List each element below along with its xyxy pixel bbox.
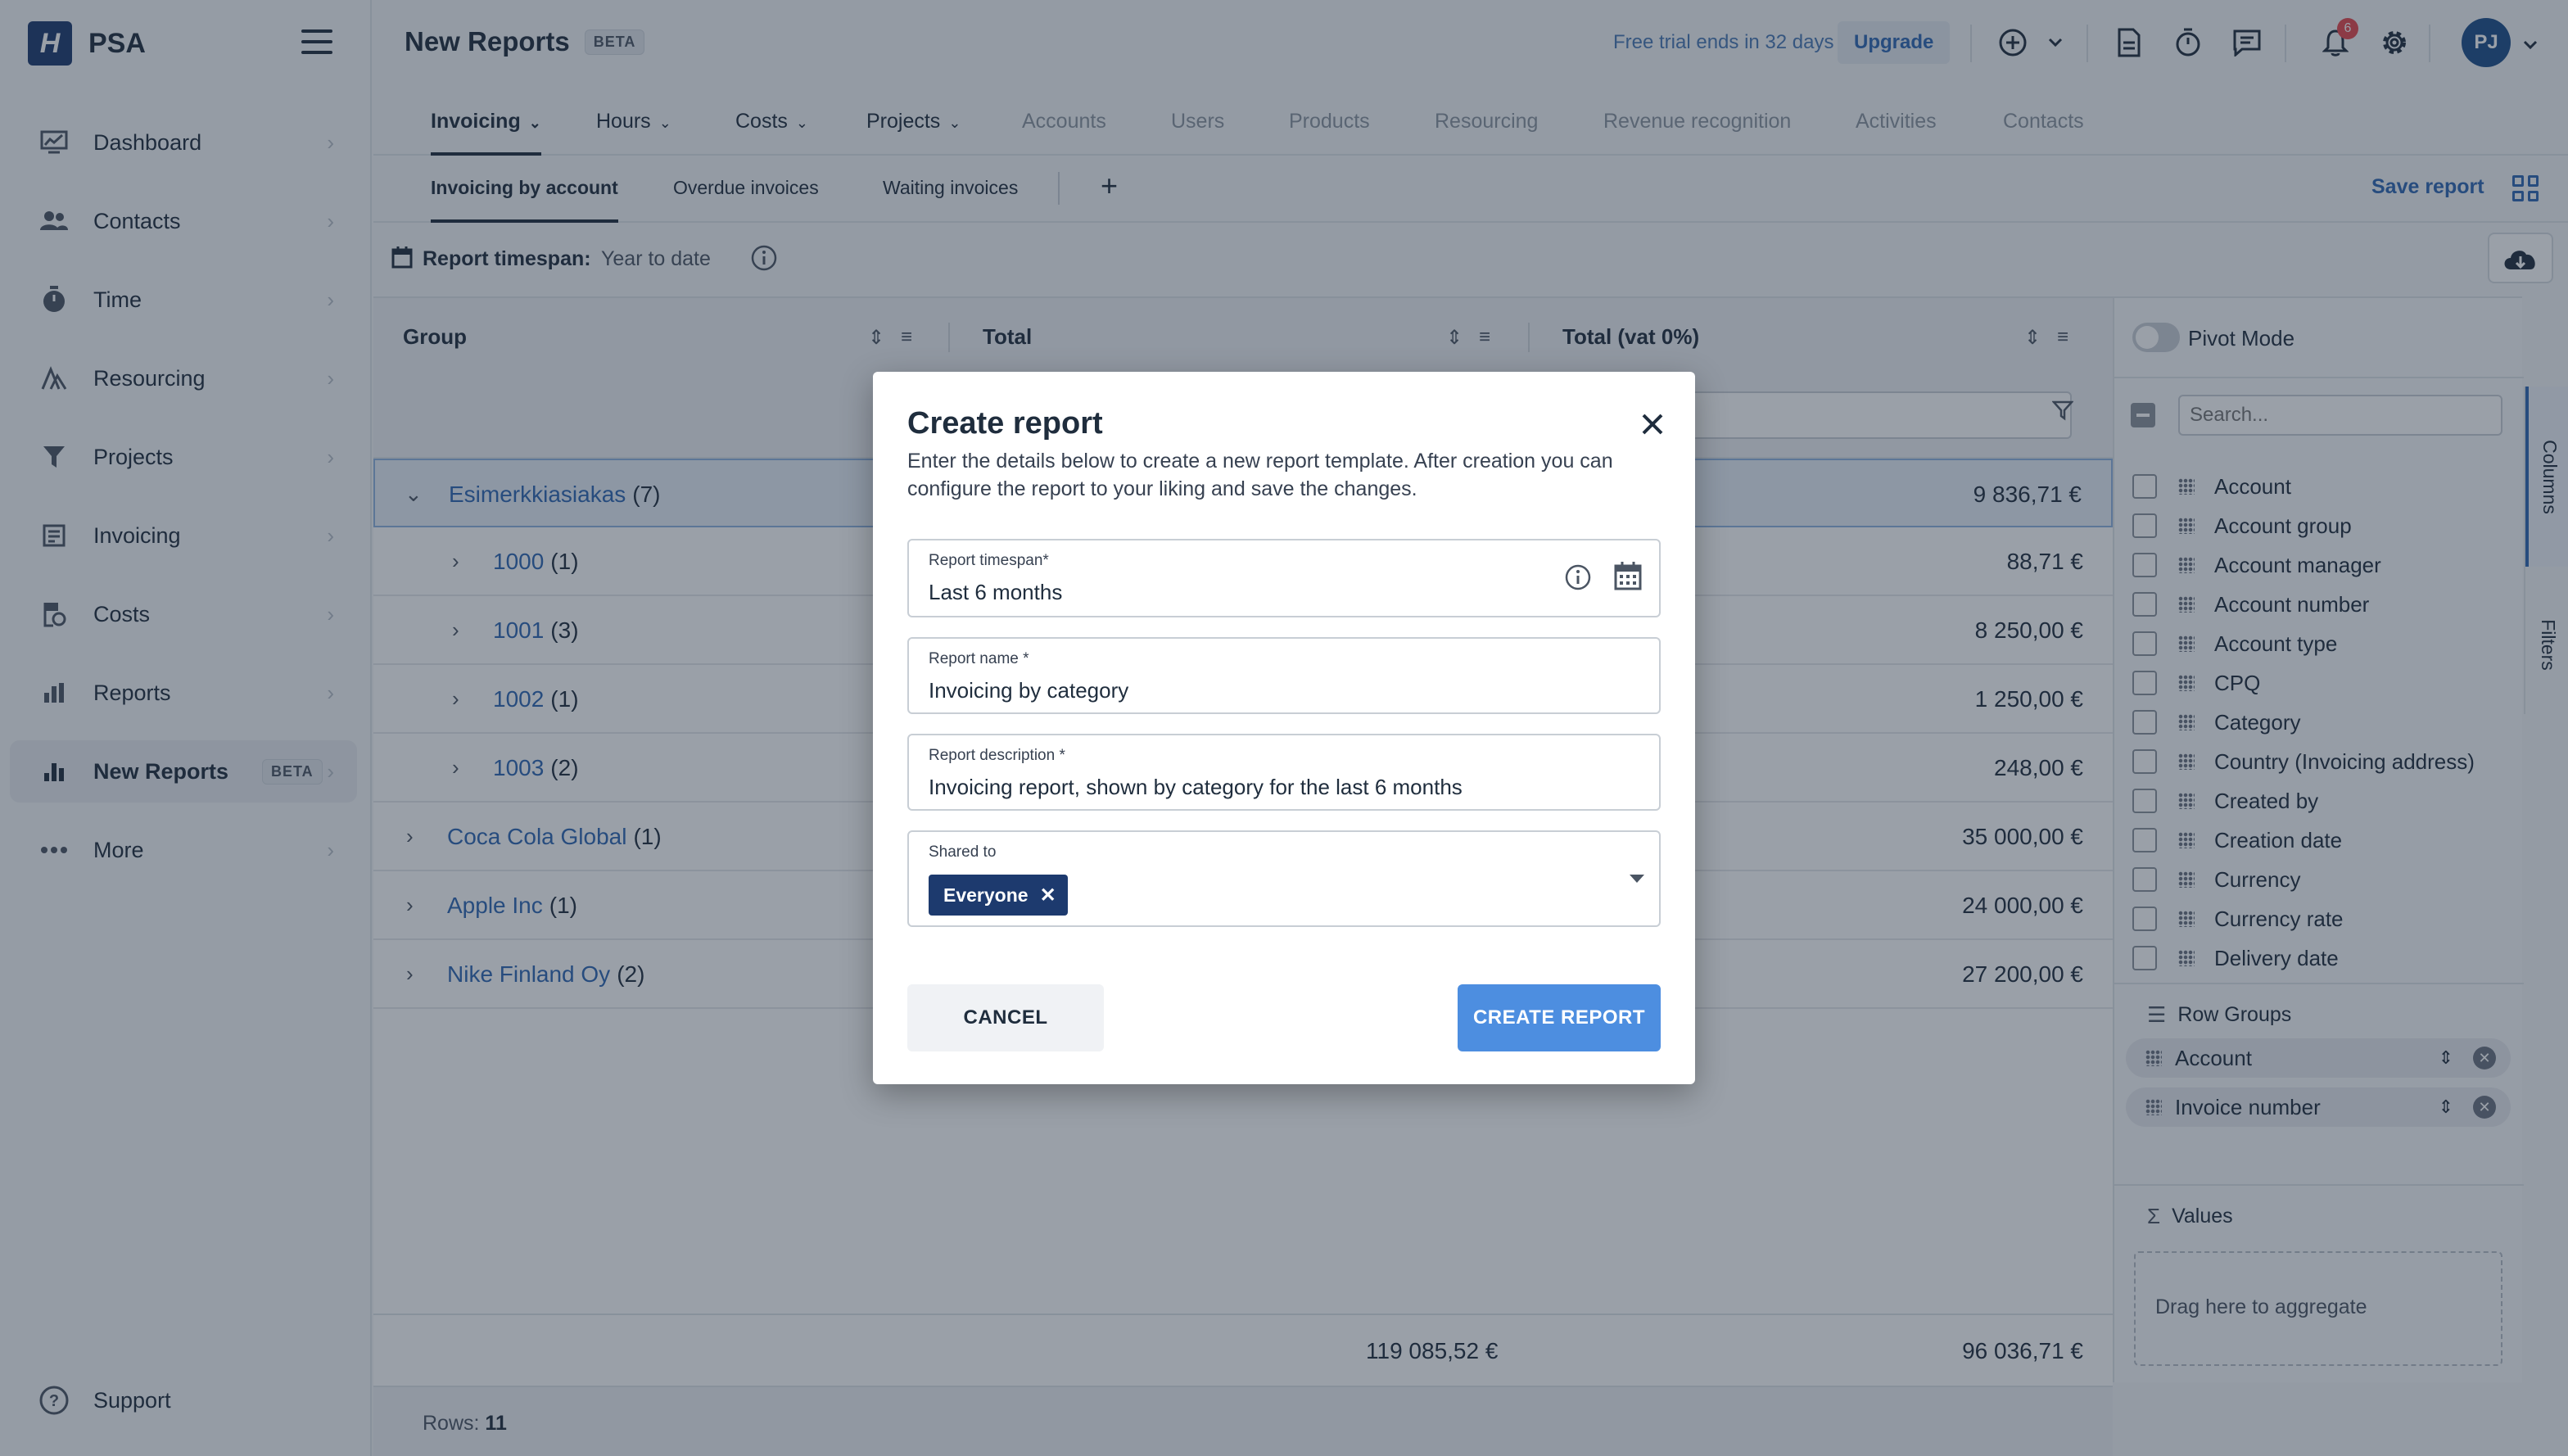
info-icon[interactable] — [1564, 563, 1592, 595]
field-label: Report description * — [929, 747, 1065, 764]
dialog-title: Create report — [907, 406, 1103, 441]
app-root: H PSA Dashboard › Contacts › Time › Reso… — [0, 0, 2568, 1456]
chip-label: Everyone — [943, 884, 1029, 906]
field-value: Invoicing report, shown by category for … — [929, 775, 1463, 799]
dropdown-arrow-icon[interactable] — [1630, 875, 1644, 883]
cancel-button[interactable]: CANCEL — [907, 984, 1104, 1051]
report-timespan-field[interactable]: Report timespan* Last 6 months — [907, 539, 1661, 617]
remove-chip-icon[interactable]: ✕ — [1040, 884, 1056, 907]
field-value: Last 6 months — [929, 580, 1063, 604]
calendar-icon[interactable] — [1613, 560, 1643, 595]
shared-to-chip: Everyone ✕ — [929, 875, 1068, 916]
create-report-dialog: Create report Enter the details below to… — [873, 372, 1695, 1084]
field-label: Report name * — [929, 650, 1029, 667]
field-label: Shared to — [929, 843, 997, 861]
dialog-description: Enter the details below to create a new … — [907, 450, 1613, 500]
create-report-button[interactable]: CREATE REPORT — [1458, 984, 1661, 1051]
report-name-field[interactable]: Report name * Invoicing by category — [907, 637, 1661, 714]
field-value: Invoicing by category — [929, 678, 1129, 703]
report-description-field[interactable]: Report description * Invoicing report, s… — [907, 734, 1661, 811]
field-label: Report timespan* — [929, 552, 1049, 569]
shared-to-select[interactable]: Shared to Everyone ✕ — [907, 830, 1661, 927]
close-icon[interactable] — [1634, 406, 1671, 442]
